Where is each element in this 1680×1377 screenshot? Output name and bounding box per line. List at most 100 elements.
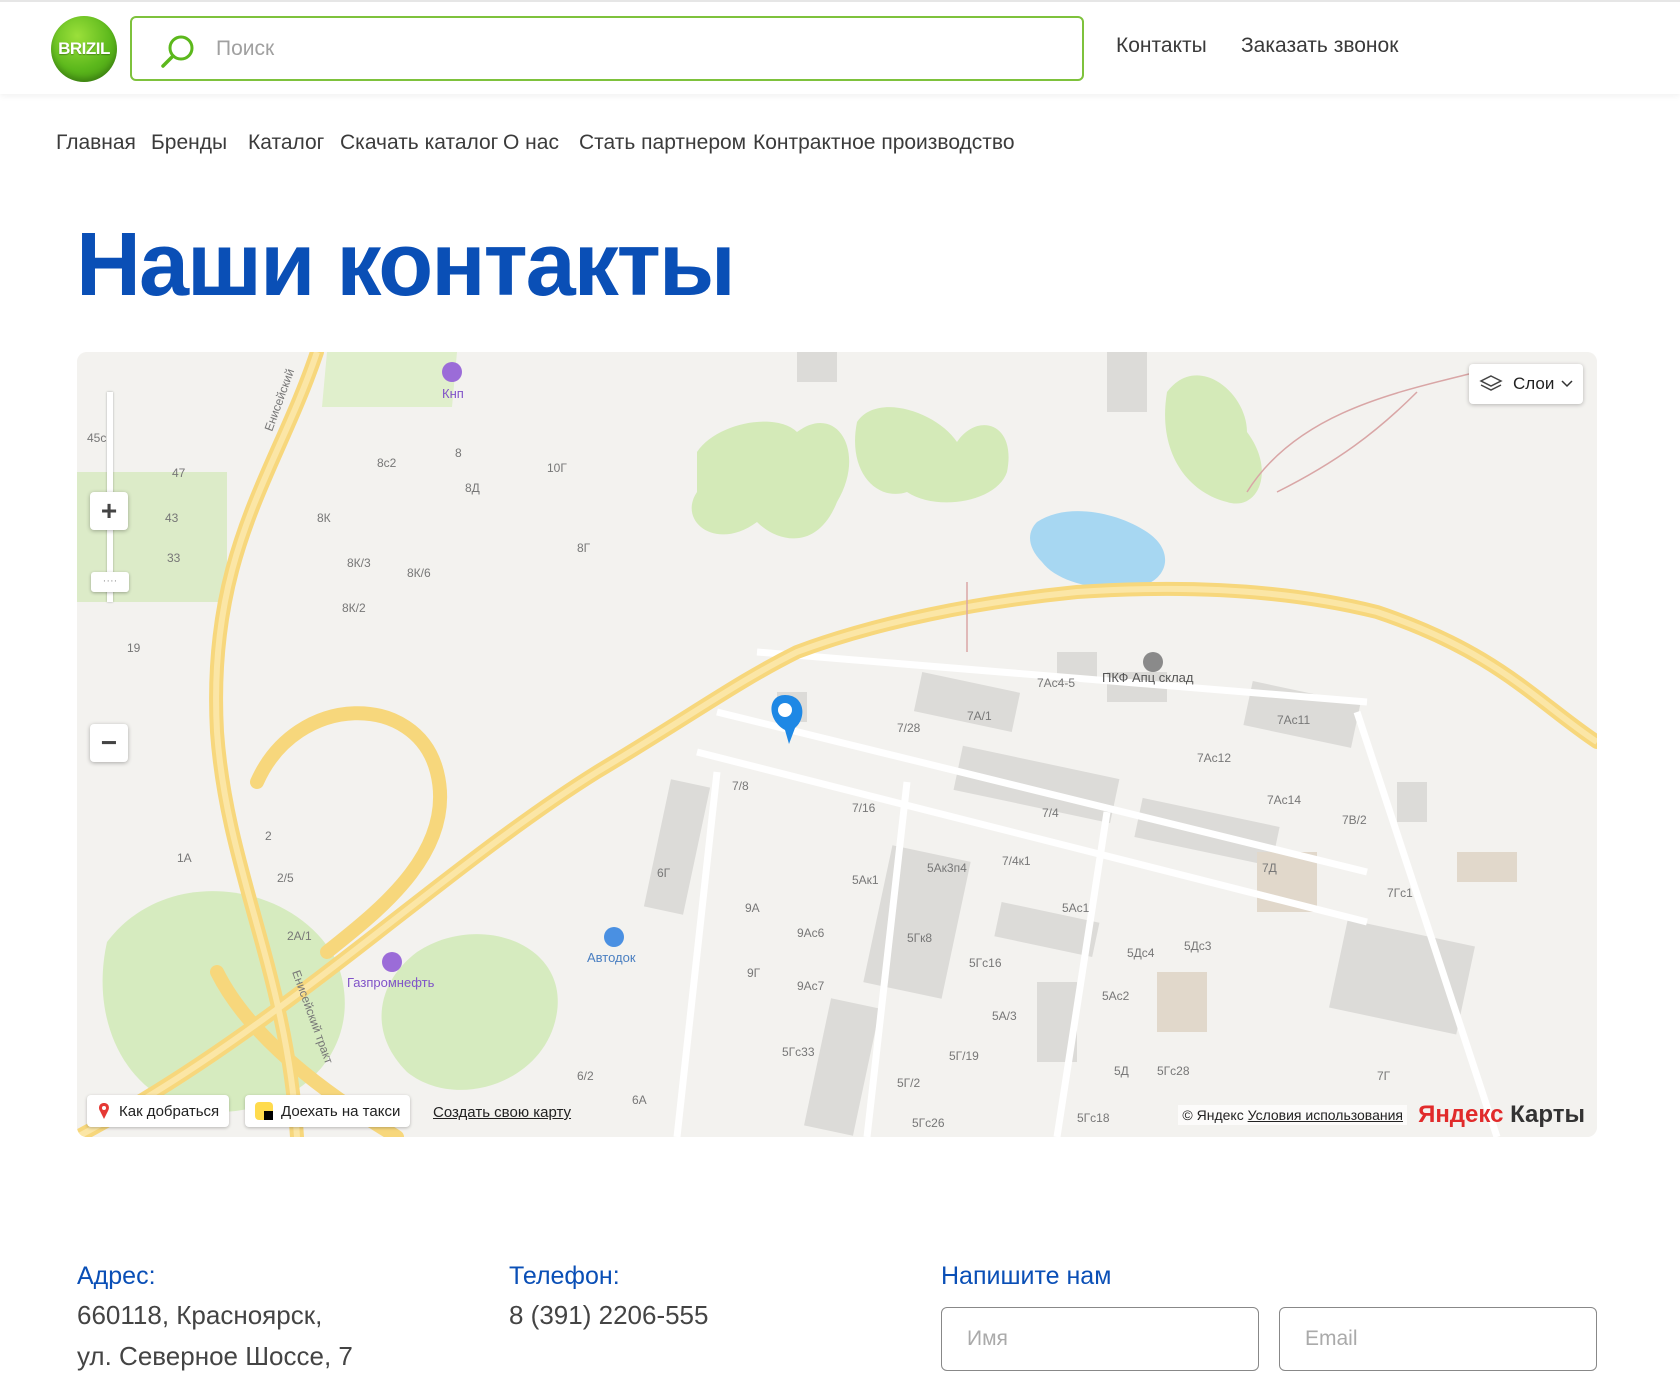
building-label: 5А/3 <box>992 1009 1017 1023</box>
building-label: 7Ас14 <box>1267 793 1301 807</box>
building-label: 43 <box>165 511 179 525</box>
building-label: 5Ак3п4 <box>927 861 967 875</box>
search-icon <box>161 35 194 68</box>
building-label: 5Ас2 <box>1102 989 1130 1003</box>
building-label: 8Д <box>465 481 480 495</box>
nav-item-contract-production[interactable]: Контрактное производство <box>753 131 1015 155</box>
building-label: 7Ас4-5 <box>1037 676 1075 690</box>
building-label: 8Г <box>577 541 591 555</box>
order-call-link[interactable]: Заказать звонок <box>1241 34 1398 58</box>
create-map-link[interactable]: Создать свою карту <box>433 1104 571 1121</box>
yandex-logo-part2: Карты <box>1503 1101 1585 1128</box>
nav-item-about[interactable]: О нас <box>503 131 559 155</box>
poi-pkf-warehouse: ПКФ Апц склад <box>1102 670 1194 685</box>
layers-label: Слои <box>1513 374 1555 393</box>
nav-item-brands[interactable]: Бренды <box>151 131 227 155</box>
phone-label: Телефон: <box>509 1262 620 1290</box>
contacts-link[interactable]: Контакты <box>1116 34 1207 58</box>
building-label: 9Ас6 <box>797 926 825 940</box>
top-header: BRIZIL Контакты Заказать звонок <box>0 0 1680 94</box>
building-label: 5Гк8 <box>907 931 932 945</box>
zoom-in-button[interactable]: + <box>90 492 128 530</box>
building-label: 5Гс16 <box>969 956 1002 970</box>
building-label: 5Гс33 <box>782 1045 815 1059</box>
building-label: 2/5 <box>277 871 294 885</box>
map-pin-icon <box>99 1103 109 1119</box>
search-input[interactable] <box>216 28 1056 70</box>
building-label: 7Ас12 <box>1197 751 1231 765</box>
name-field[interactable] <box>941 1307 1259 1371</box>
building-label: 7/16 <box>852 801 876 815</box>
building-label: 5Гс26 <box>912 1116 945 1130</box>
building-label: 33 <box>167 551 181 565</box>
building-label: 10Г <box>547 461 567 475</box>
building-label: 8К <box>317 511 331 525</box>
building-label: 2А/1 <box>287 929 312 943</box>
building-label: 8К/2 <box>342 601 366 615</box>
zoom-out-button[interactable]: − <box>90 724 128 762</box>
building-label: 2 <box>265 829 272 843</box>
brand-logo[interactable]: BRIZIL <box>51 16 117 82</box>
taxi-icon <box>255 1102 273 1120</box>
phone-number[interactable]: 8 (391) 2206-555 <box>509 1300 708 1331</box>
building-label: 6/2 <box>577 1069 594 1083</box>
nav-item-download-catalog[interactable]: Скачать каталог <box>340 131 498 155</box>
logo-text: BRIZIL <box>58 39 110 58</box>
building-label: 5Гс28 <box>1157 1064 1190 1078</box>
building-label: 5Дс4 <box>1127 946 1155 960</box>
zoom-slider-handle[interactable]: ···· <box>91 572 129 592</box>
yandex-logo-part1: Яндекс <box>1418 1101 1504 1128</box>
building-label: 5Ак1 <box>852 873 879 887</box>
building-label: 7/28 <box>897 721 921 735</box>
address-line1: 660118, Красноярск, <box>77 1300 323 1330</box>
building-label: 6Г <box>657 866 671 880</box>
building-label: 7Д <box>1262 861 1277 875</box>
taxi-button[interactable]: Доехать на такси <box>245 1095 411 1127</box>
building-label: 47 <box>172 466 186 480</box>
taxi-label: Доехать на такси <box>281 1102 401 1120</box>
nav-item-catalog[interactable]: Каталог <box>248 131 324 155</box>
address-label: Адрес: <box>77 1262 156 1290</box>
building-label: 8 <box>455 446 462 460</box>
contact-form-label: Напишите нам <box>941 1262 1112 1290</box>
layers-icon <box>1479 375 1503 391</box>
terms-link[interactable]: Условия использования <box>1248 1107 1403 1123</box>
building-label: 9А <box>745 901 760 915</box>
building-label: 7Ас11 <box>1277 713 1310 727</box>
map-widget[interactable]: Кнп ПКФ Апц склад Автодок Газпромнефть Е… <box>77 352 1597 1137</box>
building-label: 8с2 <box>377 456 397 470</box>
email-field[interactable] <box>1279 1307 1597 1371</box>
nav-item-partner[interactable]: Стать партнером <box>579 131 746 155</box>
building-label: 7Г <box>1377 1069 1391 1083</box>
layers-button[interactable]: Слои <box>1469 364 1583 404</box>
building-label: 19 <box>127 641 141 655</box>
name-input[interactable] <box>942 1308 1258 1370</box>
building-label: 6А <box>632 1093 647 1107</box>
building-label: 9Ас7 <box>797 979 825 993</box>
building-label: 8К/3 <box>347 556 371 570</box>
yandex-maps-logo[interactable]: Яндекс Карты <box>1418 1101 1585 1129</box>
map-copyright: © Яндекс Условия использования <box>1178 1105 1407 1125</box>
route-button[interactable]: Как добраться <box>87 1095 230 1127</box>
email-input[interactable] <box>1280 1308 1596 1370</box>
nav-item-home[interactable]: Главная <box>56 131 136 155</box>
poi-knp: Кнп <box>442 386 464 401</box>
building-label: 5Ас1 <box>1062 901 1090 915</box>
building-label: 7Гс1 <box>1387 886 1413 900</box>
page-title: Наши контакты <box>76 215 736 315</box>
route-label: Как добраться <box>119 1102 220 1120</box>
building-label: 7/8 <box>732 779 749 793</box>
building-label: 7/4 <box>1042 806 1059 820</box>
building-label: 5Дс3 <box>1184 939 1212 953</box>
building-label: 5Д <box>1114 1064 1129 1078</box>
building-label: 8К/6 <box>407 566 431 580</box>
poi-gazpromneft: Газпромнефть <box>347 975 435 990</box>
map-canvas[interactable]: Кнп ПКФ Апц склад Автодок Газпромнефть Е… <box>77 352 1597 1137</box>
address-line2: ул. Северное Шоссе, 7 <box>77 1341 353 1371</box>
building-label: 7А/1 <box>967 709 992 723</box>
building-label: 5Г/2 <box>897 1076 921 1090</box>
poi-avtodok: Автодок <box>587 950 636 965</box>
search-box[interactable] <box>130 16 1084 81</box>
copyright-text: © Яндекс <box>1182 1107 1244 1123</box>
chevron-down-icon <box>1561 380 1573 388</box>
